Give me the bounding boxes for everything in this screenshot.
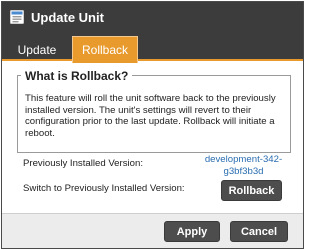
rollback-button[interactable]: Rollback [221,180,282,201]
dialog-title: Update Unit [31,10,104,25]
update-window-icon [10,10,24,24]
apply-button[interactable]: Apply [164,221,220,242]
rollback-panel: This feature will roll the unit software… [2,63,303,214]
tab-update[interactable]: Update [9,37,65,63]
tab-rollback[interactable]: Rollback [72,36,138,63]
dialog-footer: Apply Cancel [2,213,303,248]
switch-version-label: Switch to Previously Installed Version: [23,183,185,194]
cancel-button[interactable]: Cancel [230,221,288,242]
rollback-info-box: This feature will roll the unit software… [17,75,291,153]
previous-version-label: Previously Installed Version: [23,158,143,169]
tab-bar: Update Rollback [2,34,303,63]
update-unit-dialog: Update Unit Update Rollback This feature… [1,1,304,249]
dialog-titlebar[interactable]: Update Unit [2,2,303,34]
rollback-description: This feature will roll the unit software… [25,93,276,139]
previous-version-value: development-342-g3bf3b3d [204,154,283,177]
rollback-heading: What is Rollback? [21,69,133,83]
